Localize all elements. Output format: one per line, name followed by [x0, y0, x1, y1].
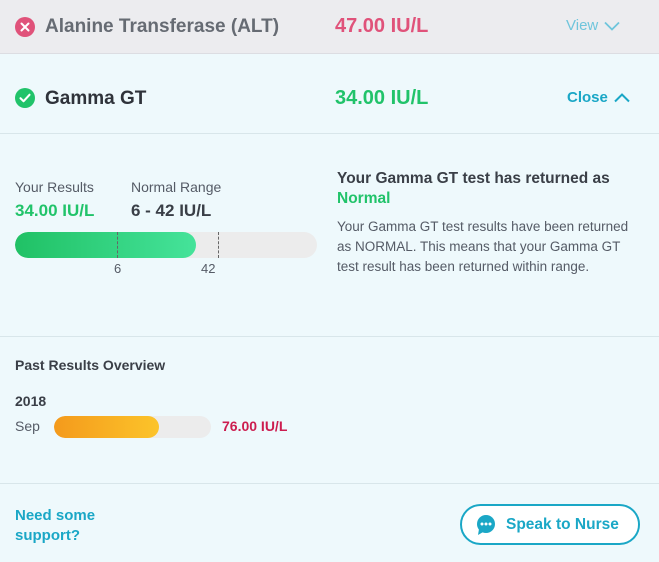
need-support-link[interactable]: Need some support? — [15, 506, 95, 546]
gamma-gt-close-button[interactable]: Close — [567, 89, 630, 106]
range-max-marker — [218, 232, 219, 258]
range-min-marker — [117, 232, 118, 258]
alt-title: Alanine Transferase (ALT) — [45, 16, 280, 37]
range-min-label: 6 — [114, 261, 122, 276]
result-message-title: Your Gamma GT test has returned as — [337, 170, 610, 187]
alt-view-button[interactable]: View — [566, 17, 620, 34]
alt-value: 47.00 IU/L — [335, 15, 429, 37]
gamma-gt-close-label: Close — [567, 89, 608, 106]
past-result-bar — [54, 416, 211, 438]
your-results-label: Your Results — [15, 179, 94, 195]
support-line-2: support? — [15, 527, 80, 544]
alt-view-label: View — [566, 17, 599, 34]
past-result-month: Sep — [15, 418, 40, 434]
check-circle-icon — [15, 88, 35, 108]
result-bar-fill — [15, 232, 196, 258]
your-results-value: 34.00 IU/L — [15, 201, 95, 220]
normal-range-value: 6 - 42 IU/L — [131, 201, 212, 220]
result-row-alt[interactable]: Alanine Transferase (ALT) 47.00 IU/L Vie… — [0, 0, 659, 54]
speak-to-nurse-label: Speak to Nurse — [506, 515, 619, 533]
result-message-body: Your Gamma GT test results have been ret… — [337, 219, 629, 274]
chevron-up-icon — [614, 92, 630, 102]
gamma-gt-value: 34.00 IU/L — [335, 87, 429, 109]
chevron-down-icon — [604, 21, 620, 31]
past-results-title: Past Results Overview — [15, 357, 166, 373]
result-range-bar — [15, 232, 317, 258]
result-message-status: Normal — [337, 190, 391, 207]
section-divider — [0, 336, 659, 337]
result-row-gamma-gt[interactable]: Gamma GT 34.00 IU/L Close — [0, 64, 659, 134]
past-result-year: 2018 — [15, 393, 47, 409]
past-result-bar-fill — [54, 416, 160, 438]
x-circle-icon — [15, 17, 35, 37]
support-line-1: Need some — [15, 507, 96, 524]
past-result-value: 76.00 IU/L — [222, 418, 288, 434]
speak-to-nurse-button[interactable]: Speak to Nurse — [460, 504, 640, 545]
normal-range-label: Normal Range — [131, 179, 222, 195]
footer-divider — [0, 483, 659, 484]
chat-bubble-icon — [477, 514, 495, 535]
gamma-gt-title: Gamma GT — [45, 88, 147, 109]
range-max-label: 42 — [201, 261, 216, 276]
